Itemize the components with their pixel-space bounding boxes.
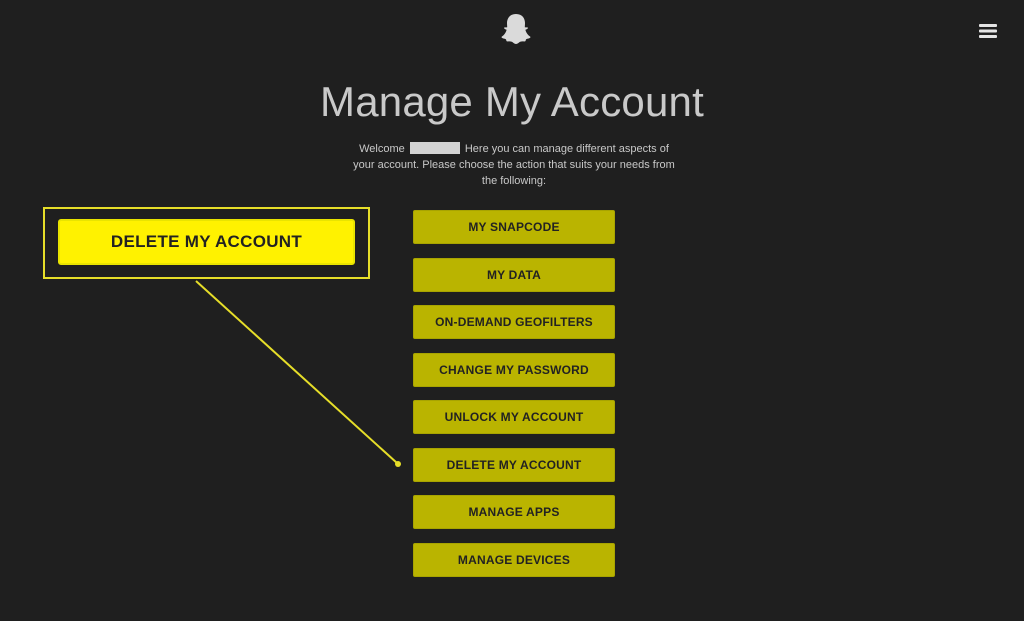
- page-title: Manage My Account: [320, 78, 704, 125]
- account-actions-list: MY SNAPCODE MY DATA ON-DEMAND GEOFILTERS…: [413, 210, 615, 590]
- callout-delete-my-account-button[interactable]: DELETE MY ACCOUNT: [58, 219, 355, 265]
- delete-my-account-button[interactable]: DELETE MY ACCOUNT: [413, 447, 615, 482]
- change-my-password-button[interactable]: CHANGE MY PASSWORD: [413, 352, 615, 387]
- manage-devices-button[interactable]: MANAGE DEVICES: [413, 542, 615, 577]
- snapchat-ghost-icon[interactable]: [500, 12, 532, 46]
- callout-highlight-frame: DELETE MY ACCOUNT: [43, 207, 370, 279]
- welcome-message: Welcome Here you can manage different as…: [352, 141, 676, 189]
- redacted-username: [409, 142, 460, 154]
- on-demand-geofilters-button[interactable]: ON-DEMAND GEOFILTERS: [413, 305, 615, 339]
- hamburger-menu-icon[interactable]: [978, 22, 998, 40]
- welcome-prefix: Welcome: [359, 143, 405, 155]
- my-data-button[interactable]: MY DATA: [413, 257, 615, 292]
- my-snapcode-button[interactable]: MY SNAPCODE: [413, 210, 615, 244]
- unlock-my-account-button[interactable]: UNLOCK MY ACCOUNT: [413, 400, 615, 434]
- manage-apps-button[interactable]: MANAGE APPS: [413, 495, 615, 529]
